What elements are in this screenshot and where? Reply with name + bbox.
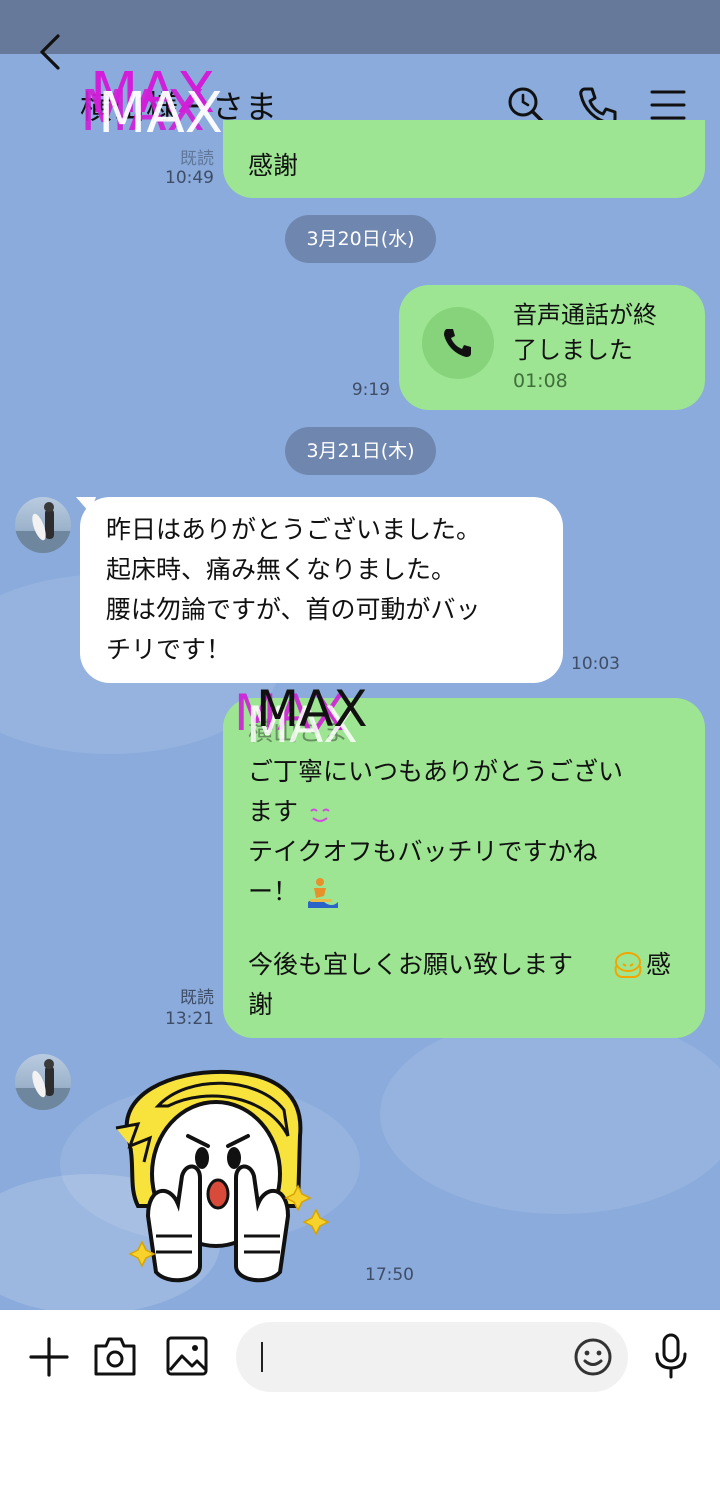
message-line: ます: [248, 797, 299, 826]
message-time: 10:49: [165, 168, 214, 188]
watermark-logo-dark: MAX: [256, 680, 368, 738]
message-input[interactable]: [236, 1322, 628, 1392]
watermark-logo-shadow: MAX: [98, 81, 223, 146]
message-line: 起床時、痛み無くなりました。: [106, 555, 457, 584]
call-duration: 01:08: [513, 370, 568, 392]
message-line: 感: [646, 950, 672, 979]
back-chevron-icon[interactable]: [30, 30, 70, 74]
emoji-icon[interactable]: [573, 1337, 613, 1377]
phone-handset-icon: [444, 329, 471, 357]
message-time: 13:21: [165, 1009, 214, 1029]
message-line: 腰は勿論ですが、首の可動がバッ: [106, 595, 481, 624]
message-time: 9:19: [351, 380, 390, 400]
message-line: テイクオフもバッチリですかね: [248, 837, 598, 866]
microphone-icon[interactable]: [652, 1332, 690, 1380]
thumbs-up-sticker[interactable]: [108, 1066, 330, 1292]
bubble-tail: [76, 497, 96, 513]
smile-emoji-icon: [310, 808, 330, 822]
text-cursor: [261, 1342, 263, 1372]
message-time: 17:50: [365, 1265, 414, 1285]
message-line: チリです！: [106, 635, 232, 664]
message-line: 今後も宜しくお願い致します: [248, 950, 574, 979]
contact-avatar[interactable]: [15, 497, 71, 553]
image-gallery-icon[interactable]: [164, 1334, 210, 1378]
message-time: 10:03: [571, 654, 620, 674]
date-separator: 3月21日(木): [285, 427, 436, 475]
call-status-line1: 音声通話が終: [513, 301, 657, 329]
bowing-emoji-icon: [614, 952, 642, 978]
message-text: 感謝: [248, 151, 299, 180]
message-line: 昨日はありがとうございました。: [106, 515, 482, 544]
message-line: ー！: [248, 877, 299, 906]
read-receipt: 既読: [180, 149, 214, 169]
status-bar: [0, 0, 720, 54]
read-receipt: 既読: [180, 988, 214, 1008]
message-line: ご丁寧にいつもありがとうござい: [248, 757, 624, 786]
contact-avatar[interactable]: [15, 1054, 71, 1110]
date-separator: 3月20日(水): [285, 215, 436, 263]
plus-icon[interactable]: [28, 1336, 70, 1378]
message-line: 謝: [248, 990, 274, 1019]
camera-icon[interactable]: [92, 1334, 138, 1378]
surfer-emoji-icon: [308, 878, 338, 908]
call-status-line2: 了しました: [513, 336, 633, 364]
